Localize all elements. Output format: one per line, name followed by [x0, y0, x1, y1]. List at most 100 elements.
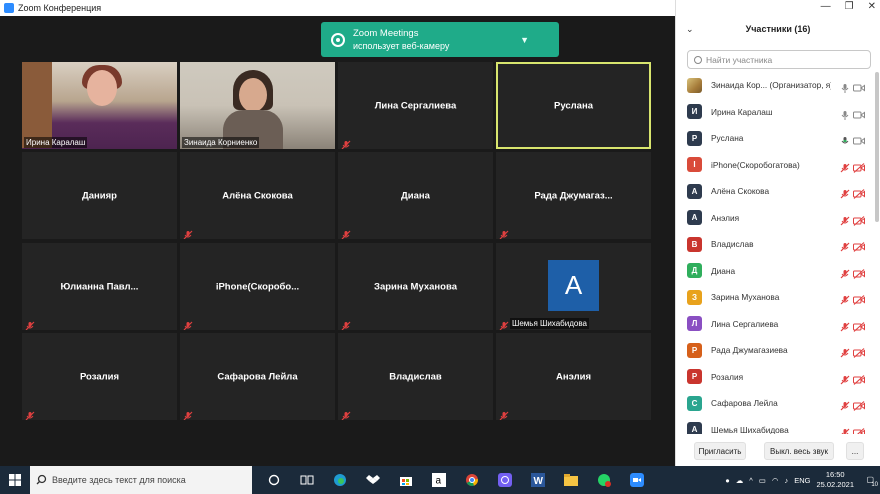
mic-icon[interactable] — [840, 107, 850, 120]
muted-mic-icon — [25, 318, 35, 330]
video-tile[interactable]: Розалия — [22, 333, 177, 420]
video-tile[interactable]: iPhone(Скоробо... — [180, 243, 335, 330]
viber-icon[interactable] — [494, 466, 516, 494]
camera-off-icon[interactable] — [853, 425, 865, 434]
camera-off-icon[interactable] — [853, 292, 865, 305]
participants-list: Зинаида Кор... (Организатор, я) И Ирина Ка… — [676, 72, 872, 434]
mic-muted-icon[interactable] — [840, 372, 850, 384]
participants-scrollbar[interactable] — [875, 72, 879, 222]
mic-muted-icon[interactable] — [840, 425, 850, 434]
chrome-icon[interactable] — [461, 466, 483, 494]
avatar: A — [548, 260, 599, 311]
invite-button[interactable]: Пригласить — [694, 442, 746, 460]
clock[interactable]: 16:50 25.02.2021 — [816, 470, 854, 490]
camera-icon[interactable] — [853, 107, 865, 118]
video-tile[interactable]: Данияр — [22, 152, 177, 239]
video-tile[interactable]: A Шемья Шихабидова — [496, 243, 651, 330]
participant-row[interactable]: Р Рада Джумагазиева — [676, 337, 872, 364]
amazon-icon[interactable]: a — [428, 466, 450, 494]
edge-browser-icon[interactable] — [329, 466, 351, 494]
video-tile[interactable]: Анэлия — [496, 333, 651, 420]
word-icon[interactable]: W — [527, 466, 549, 494]
restore-icon[interactable]: ❐ — [845, 1, 854, 12]
video-tile[interactable]: Сафарова Лейла — [180, 333, 335, 420]
mic-muted-icon[interactable] — [840, 292, 850, 305]
video-tile[interactable]: Рада Джумагаз... — [496, 152, 651, 239]
mute-all-button[interactable]: Выкл. весь звук — [764, 442, 834, 460]
muted-mic-icon — [341, 408, 351, 420]
participant-row[interactable]: Д Диана — [676, 258, 872, 285]
more-options-button[interactable]: ... — [846, 442, 864, 460]
tile-name: Диана — [401, 190, 430, 201]
tile-name: Лина Сергалиева — [374, 100, 457, 111]
video-tile[interactable]: Диана — [338, 152, 493, 239]
participant-row[interactable]: И Ирина Каралаш — [676, 99, 872, 126]
chevron-down-icon[interactable]: ▼ — [520, 35, 529, 45]
video-tile[interactable]: Лина Сергалиева — [338, 62, 493, 149]
camera-off-icon[interactable] — [853, 186, 865, 199]
camera-off-icon[interactable] — [853, 398, 865, 411]
minimize-icon[interactable]: — — [821, 1, 831, 12]
store-icon[interactable] — [395, 466, 417, 494]
mic-muted-icon[interactable] — [840, 213, 850, 225]
video-tile[interactable]: Руслана — [496, 62, 651, 149]
participant-row[interactable]: Р Розалия — [676, 364, 872, 391]
video-tile[interactable]: Юлианна Павл... — [22, 243, 177, 330]
video-tile[interactable]: Зарина Муханова — [338, 243, 493, 330]
mic-muted-icon[interactable] — [840, 186, 850, 199]
camera-off-icon[interactable] — [853, 239, 865, 252]
language-indicator[interactable]: ENG — [794, 476, 810, 485]
camera-off-icon[interactable] — [853, 372, 865, 385]
search-input[interactable] — [706, 54, 856, 65]
camera-off-icon[interactable] — [853, 160, 865, 173]
taskbar-search[interactable] — [30, 466, 252, 494]
battery-icon[interactable]: ▭ — [759, 476, 766, 485]
show-hidden-icons[interactable]: ^ — [749, 476, 753, 485]
wifi-icon[interactable]: ◠ — [772, 476, 779, 485]
participant-row[interactable]: Зинаида Кор... (Организатор, я) — [676, 72, 872, 99]
taskbar-search-input[interactable] — [52, 475, 242, 485]
mic-icon[interactable] — [840, 133, 850, 144]
camera-notification[interactable]: Zoom Meetings использует веб-камеру ▼ — [321, 22, 559, 57]
participant-row[interactable]: А Шемья Шихабидова — [676, 417, 872, 434]
camera-off-icon[interactable] — [853, 319, 865, 332]
mic-muted-icon[interactable] — [840, 319, 850, 331]
camera-off-icon[interactable] — [853, 345, 865, 358]
mic-muted-icon[interactable] — [840, 398, 850, 411]
video-tile[interactable]: Владислав — [338, 333, 493, 420]
video-tile[interactable]: Ирина Каралаш — [22, 62, 177, 149]
user-icon[interactable]: ● — [725, 476, 730, 485]
mic-icon[interactable] — [840, 80, 850, 93]
task-view-icon[interactable] — [263, 466, 285, 494]
mic-muted-icon[interactable] — [840, 345, 850, 358]
participant-row[interactable]: Л Лина Сергалиева — [676, 311, 872, 338]
whatsapp-icon[interactable] — [593, 466, 615, 494]
participant-row[interactable]: З Зарина Муханова — [676, 284, 872, 311]
zoom-taskbar-icon[interactable] — [626, 466, 648, 494]
file-explorer-icon[interactable] — [560, 466, 582, 494]
participant-search[interactable] — [687, 50, 871, 69]
windows-start-icon[interactable] — [0, 466, 30, 494]
camera-off-icon[interactable] — [853, 213, 865, 226]
participant-row[interactable]: А Анэлия — [676, 205, 872, 232]
camera-off-icon[interactable] — [853, 266, 865, 279]
mic-muted-icon[interactable] — [840, 266, 850, 278]
avatar: А — [687, 210, 702, 226]
close-icon[interactable]: ✕ — [868, 1, 876, 12]
mic-muted-icon[interactable] — [840, 160, 850, 172]
avatar: Р — [687, 342, 702, 358]
participant-row[interactable]: А Алёна Скокова — [676, 178, 872, 205]
weather-icon[interactable]: ☁ — [736, 476, 744, 485]
camera-icon[interactable] — [853, 80, 865, 92]
participant-row[interactable]: С Сафарова Лейла — [676, 390, 872, 417]
task-switch-icon[interactable] — [296, 466, 318, 494]
dropbox-icon[interactable] — [362, 466, 384, 494]
mic-muted-icon[interactable] — [840, 239, 850, 252]
video-tile[interactable]: Алёна Скокова — [180, 152, 335, 239]
video-tile[interactable]: Зинаида Корниенко — [180, 62, 335, 149]
participant-row[interactable]: IiPhone(Скоробогатова) — [676, 152, 872, 179]
volume-icon[interactable]: ♪ — [784, 476, 788, 485]
participant-row[interactable]: В Владислав — [676, 231, 872, 258]
participant-row[interactable]: Р Руслана — [676, 125, 872, 152]
camera-icon[interactable] — [853, 133, 865, 145]
